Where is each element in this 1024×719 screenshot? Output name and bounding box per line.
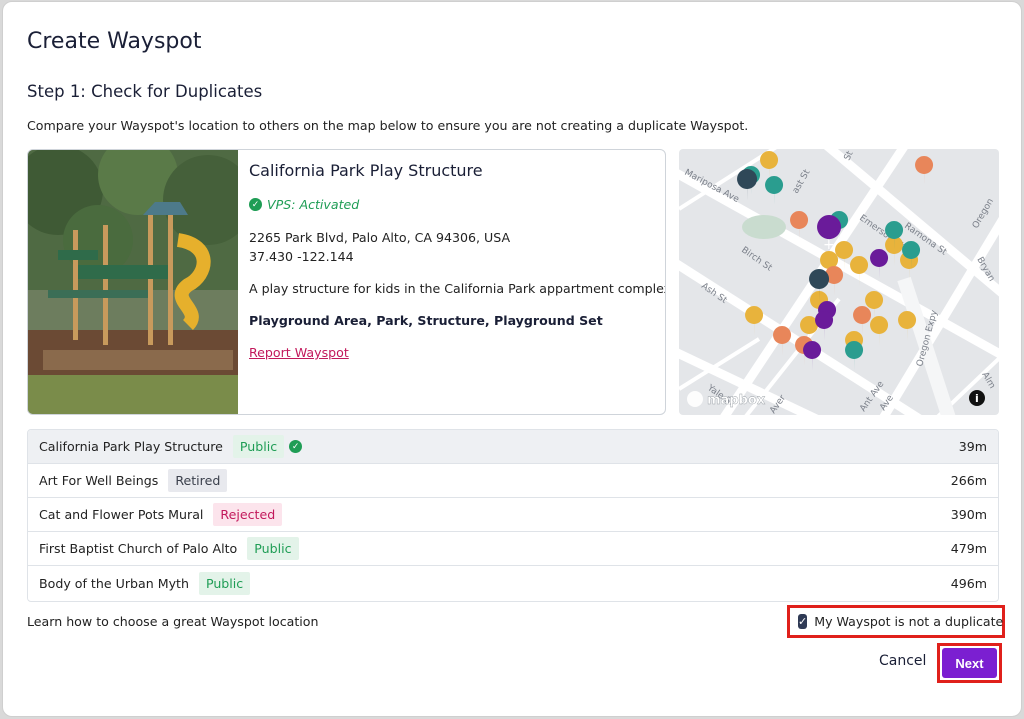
wayspot-row-name: Art For Well Beings [39,473,159,488]
map-info-button[interactable]: i [969,390,985,406]
list-item[interactable]: First Baptist Church of Palo Alto Public… [28,532,998,566]
distance: 39m [958,439,987,454]
wayspot-tags: Playground Area, Park, Structure, Playgr… [249,313,603,328]
wayspot-address: 2265 Park Blvd, Palo Alto, CA 94306, USA [249,230,511,245]
list-item[interactable]: California Park Play Structure Public ✓ … [28,430,998,464]
cancel-button[interactable]: Cancel [879,653,926,669]
report-wayspot-link[interactable]: Report Wayspot [249,345,349,360]
create-wayspot-dialog: Create Wayspot Step 1: Check for Duplica… [2,1,1022,717]
info-icon: i [975,392,979,405]
nearby-wayspots-list: California Park Play Structure Public ✓ … [27,429,999,602]
next-button[interactable]: Next [942,648,997,678]
status-badge: Public [232,435,285,458]
vps-status: ✓ VPS: Activated [249,197,359,212]
distance: 479m [950,541,987,556]
status-badge: Rejected [213,503,283,526]
list-item[interactable]: Art For Well Beings Retired 266m [28,464,998,498]
list-item[interactable]: Cat and Flower Pots Mural Rejected 390m [28,498,998,532]
dialog-title: Create Wayspot [27,29,202,54]
check-circle-icon: ✓ [289,440,303,453]
duplicates-map[interactable]: Mariposa Ave Birch St Ash St Emerson St … [679,149,999,415]
wayspot-coordinates: 37.430 -122.144 [249,249,354,264]
wayspot-card: California Park Play Structure ✓ VPS: Ac… [27,149,666,415]
step-title: Step 1: Check for Duplicates [27,82,263,101]
check-circle-icon: ✓ [249,198,262,211]
distance: 496m [950,575,987,591]
distance: 390m [950,507,987,522]
next-button-highlight: Next [937,643,1002,683]
status-badge: Retired [168,469,228,492]
wayspot-row-name: Cat and Flower Pots Mural [39,507,204,522]
intro-text: Compare your Wayspot's location to other… [27,118,749,133]
not-duplicate-checkbox-row[interactable]: ✓ My Wayspot is not a duplicate [787,605,1005,638]
status-badge: Public [198,571,251,595]
not-duplicate-label[interactable]: My Wayspot is not a duplicate [814,614,1003,629]
status-badge: Public [247,537,299,560]
svg-text:mapbox: mapbox [707,393,766,408]
wayspot-photo [28,150,238,414]
distance: 266m [950,473,987,488]
wayspot-row-name: California Park Play Structure [39,439,223,454]
list-item[interactable]: Body of the Urban Myth Public 496m [28,566,998,600]
wayspot-description: A play structure for kids in the Califor… [249,281,666,296]
learn-location-link[interactable]: Learn how to choose a great Wayspot loca… [27,614,318,629]
svg-text:+: + [823,237,835,253]
vps-status-label: VPS: Activated [267,197,360,212]
not-duplicate-checkbox[interactable]: ✓ [798,614,808,629]
wayspot-name: California Park Play Structure [249,161,483,180]
wayspot-row-name: Body of the Urban Myth [39,575,189,591]
wayspot-row-name: First Baptist Church of Palo Alto [39,541,238,556]
mapbox-logo: mapbox [687,391,766,408]
